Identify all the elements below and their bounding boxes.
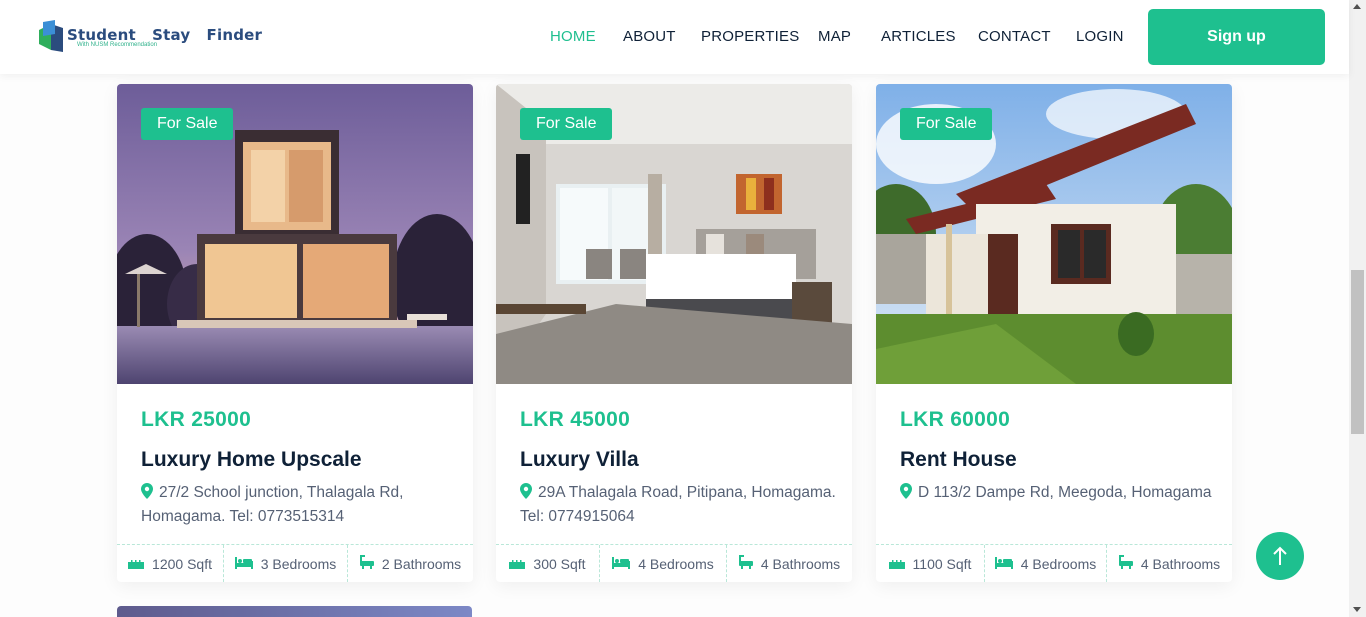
bathrooms-value: 2 Bathrooms [381,555,462,572]
feature-bathrooms: 2 Bathrooms [347,545,473,582]
area-value: 1200 Sqft [152,555,212,572]
nav-about[interactable]: ABOUT [623,28,676,45]
status-badge: For Sale [520,108,613,140]
nav-properties[interactable]: PROPERTIES [701,28,799,45]
bathrooms-value: 4 Bathrooms [760,555,841,572]
arrow-up-icon [1273,546,1287,565]
property-image[interactable]: For Sale [876,84,1232,384]
property-card-partial[interactable] [117,606,472,617]
feature-bedrooms: 3 Bedrooms [223,545,347,582]
map-pin-icon [141,483,153,499]
property-price: LKR 45000 [520,408,631,431]
property-price: LKR 60000 [900,408,1011,431]
logo[interactable]: Student Stay Finder With NUSM Recommenda… [37,20,277,54]
bed-icon [234,556,253,572]
property-features: 1100 Sqft 4 Bedrooms 4 Bathrooms [876,544,1232,582]
nav-articles[interactable]: ARTICLES [881,28,956,45]
site-header: Student Stay Finder With NUSM Recommenda… [0,0,1349,74]
nav-login[interactable]: LOGIN [1076,28,1124,45]
ruler-icon [128,556,145,572]
bedrooms-value: 4 Bedrooms [638,555,714,572]
property-features: 1200 Sqft 3 Bedrooms 2 Bathrooms [117,544,473,582]
property-card[interactable]: For Sale LKR 45000 Luxury Villa 29A Thal… [496,84,852,582]
property-title[interactable]: Luxury Home Upscale [141,448,362,472]
feature-area: 1100 Sqft [876,545,984,582]
scrollbar-thumb[interactable] [1351,270,1364,434]
property-address: 29A Thalagala Road, Pitipana, Homagama. … [520,481,840,529]
bed-icon [994,556,1013,572]
ruler-icon [509,556,526,572]
property-image[interactable]: For Sale [496,84,852,384]
map-pin-icon [900,483,912,499]
status-badge: For Sale [141,108,234,140]
logo-tagline: With NUSM Recommendation [77,42,158,48]
scroll-up-arrow-icon[interactable] [1353,4,1361,9]
property-title[interactable]: Rent House [900,448,1017,472]
nav-map[interactable]: MAP [818,28,851,45]
scroll-down-arrow-icon[interactable] [1353,607,1361,612]
ruler-icon [888,556,905,572]
feature-bathrooms: 4 Bathrooms [726,545,852,582]
bathtub-icon [1118,555,1133,572]
scroll-to-top-button[interactable] [1256,532,1304,580]
bathtub-icon [359,555,374,572]
map-pin-icon [520,483,532,499]
bathtub-icon [738,555,753,572]
logo-mark-icon [37,20,65,54]
property-features: 300 Sqft 4 Bedrooms 4 Bathrooms [496,544,852,582]
feature-area: 300 Sqft [496,545,599,582]
bed-icon [612,556,631,572]
address-text: 27/2 School junction, Thalagala Rd, Homa… [141,484,404,525]
property-card[interactable]: For Sale LKR 60000 Rent House D 113/2 Da… [876,84,1232,582]
address-text: D 113/2 Dampe Rd, Meegoda, Homagama [918,484,1212,501]
bathrooms-value: 4 Bathrooms [1140,555,1221,572]
bedrooms-value: 3 Bedrooms [260,555,337,572]
property-address: 27/2 School junction, Thalagala Rd, Homa… [141,481,461,529]
area-value: 1100 Sqft [912,555,972,572]
status-badge: For Sale [900,108,993,140]
nav-home[interactable]: HOME [550,28,596,45]
nav-contact[interactable]: CONTACT [978,28,1051,45]
property-title[interactable]: Luxury Villa [520,448,639,472]
property-address: D 113/2 Dampe Rd, Meegoda, Homagama [900,481,1220,505]
area-value: 300 Sqft [533,555,586,572]
feature-bathrooms: 4 Bathrooms [1106,545,1232,582]
property-card[interactable]: For Sale LKR 25000 Luxury Home Upscale 2… [117,84,473,582]
bedrooms-value: 4 Bedrooms [1020,555,1097,572]
signup-button[interactable]: Sign up [1148,9,1325,65]
property-price: LKR 25000 [141,408,252,431]
feature-bedrooms: 4 Bedrooms [984,545,1106,582]
property-image[interactable]: For Sale [117,84,473,384]
address-text: 29A Thalagala Road, Pitipana, Homagama. … [520,484,836,525]
feature-bedrooms: 4 Bedrooms [599,545,726,582]
feature-area: 1200 Sqft [117,545,223,582]
